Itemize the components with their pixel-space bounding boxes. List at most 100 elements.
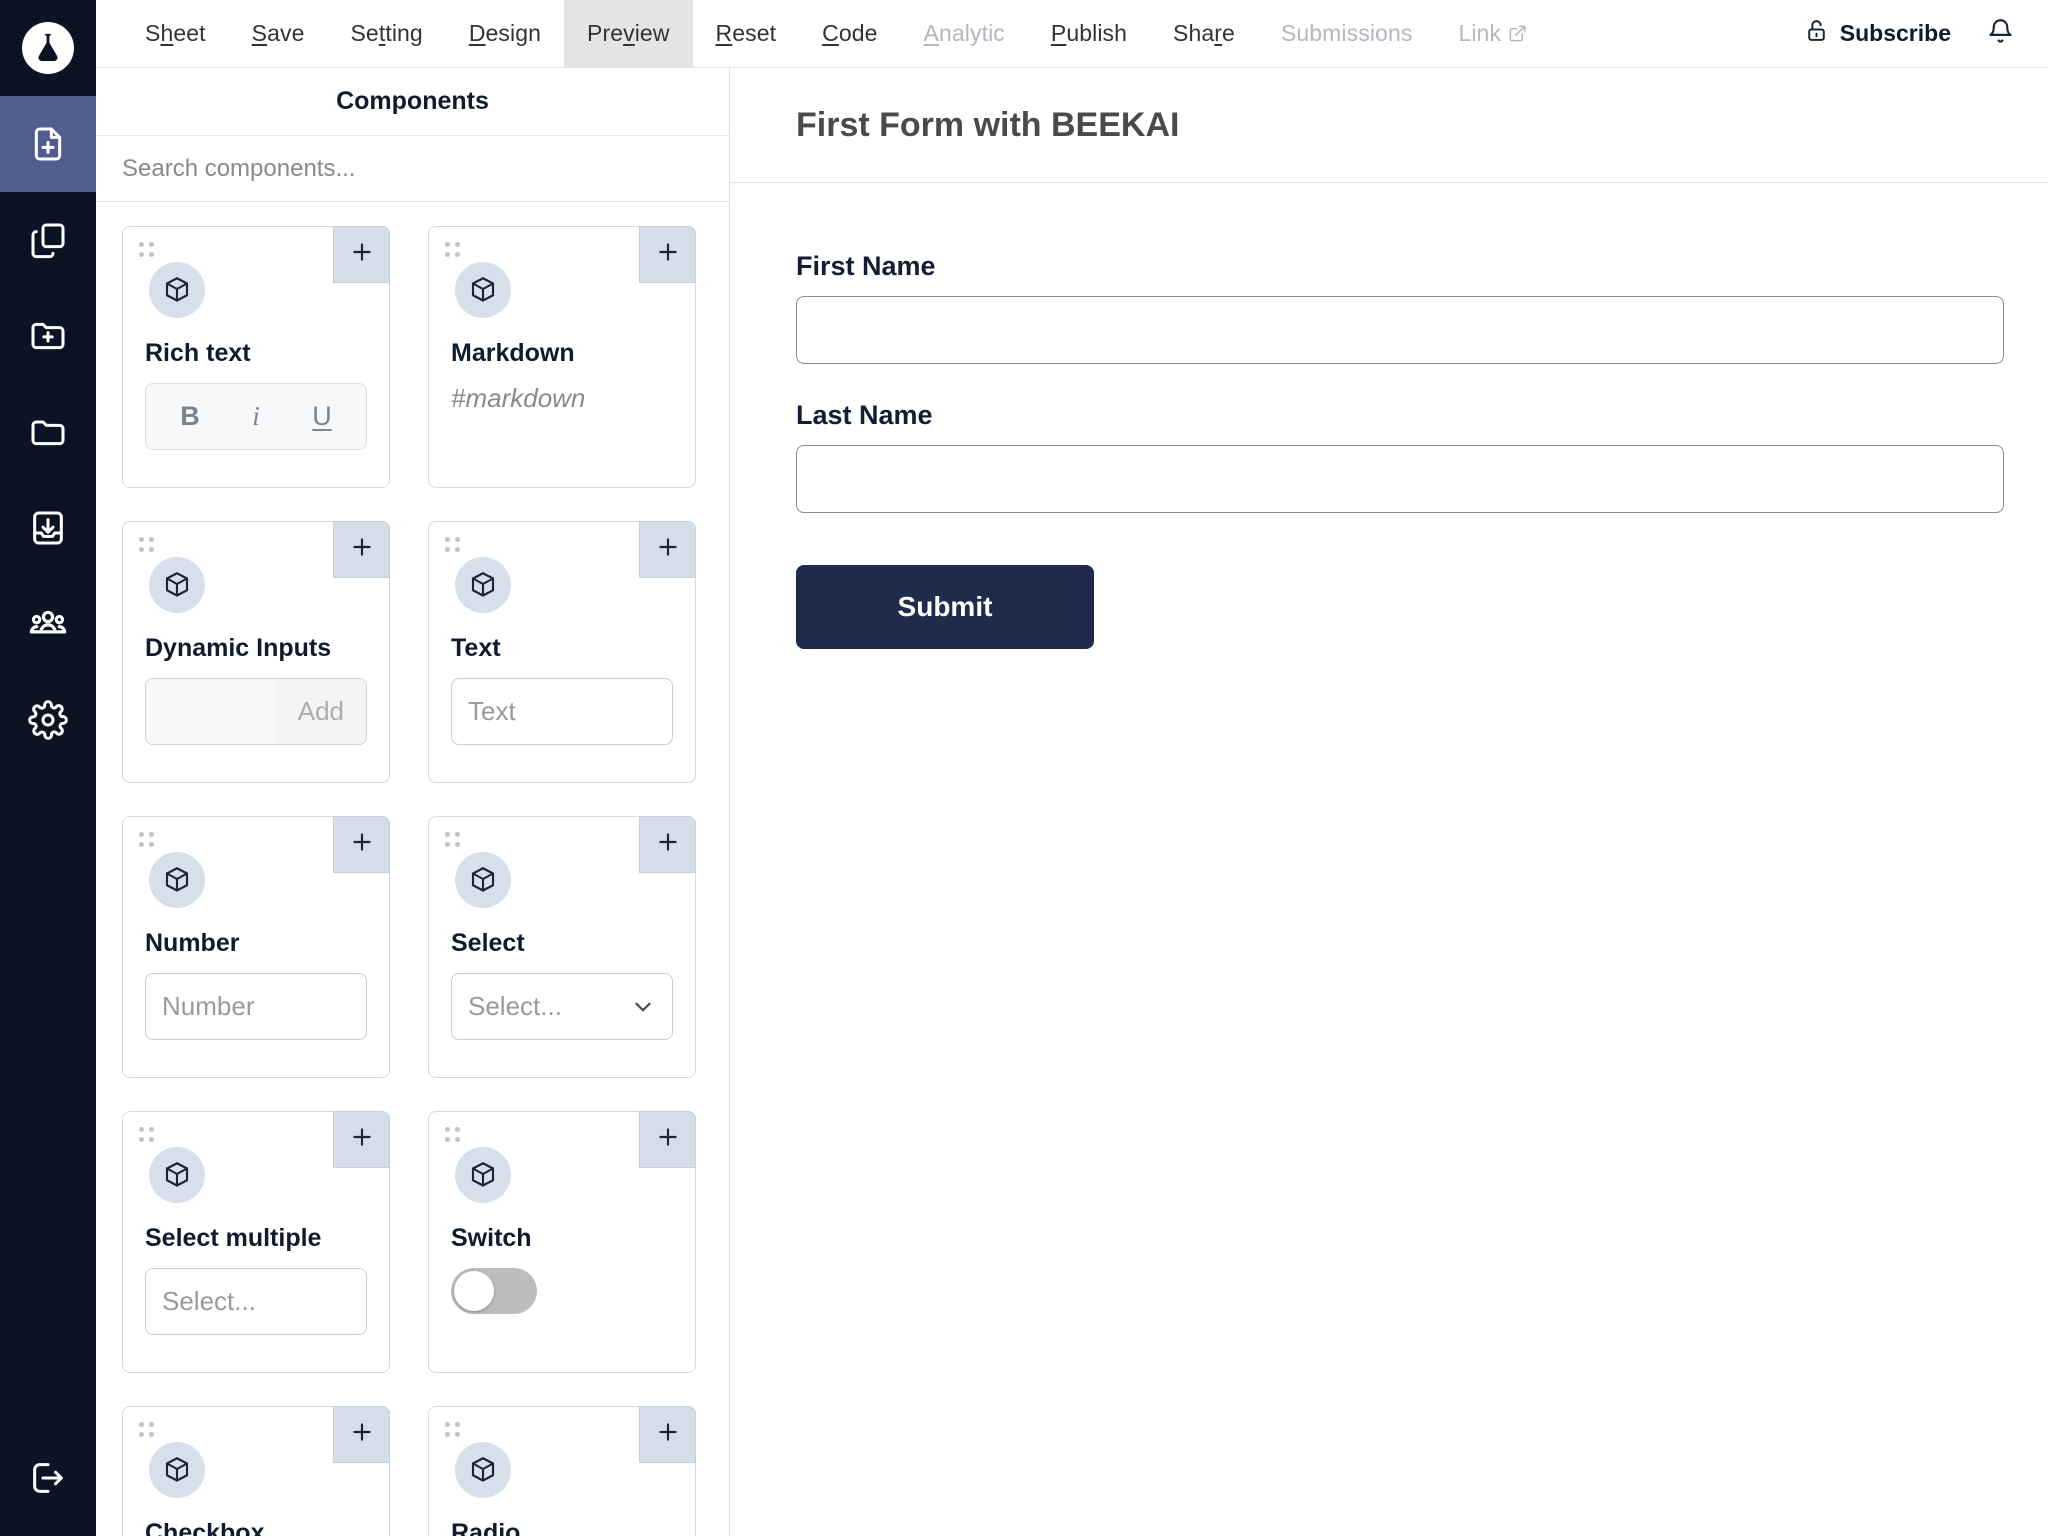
component-card-select[interactable]: Select Select...	[428, 816, 696, 1078]
plus-icon	[349, 534, 375, 565]
add-component-button[interactable]	[333, 1406, 390, 1463]
drag-handle-icon[interactable]	[139, 832, 154, 847]
menu-item-sheet[interactable]: Sheet	[122, 0, 229, 68]
underline-button[interactable]: U	[312, 401, 332, 432]
menu-item-link: Link	[1435, 0, 1550, 68]
add-component-button[interactable]	[333, 1111, 390, 1168]
menu-item-label: Link	[1458, 20, 1502, 46]
drag-handle-icon[interactable]	[445, 242, 460, 257]
component-card-rich-text[interactable]: Rich text Bi U	[122, 226, 390, 488]
component-card-dynamic-inputs[interactable]: Dynamic Inputs Add	[122, 521, 390, 783]
component-card-switch[interactable]: Switch	[428, 1111, 696, 1373]
search-components-input[interactable]	[122, 154, 703, 183]
add-component-button[interactable]	[639, 816, 696, 873]
component-name: Select multiple	[145, 1224, 322, 1252]
sidebar-item-new-folder[interactable]	[0, 288, 96, 384]
form-title: First Form with BEEKAI	[796, 105, 1180, 144]
cube-icon	[455, 262, 511, 318]
menu-item-setting[interactable]: Setting	[327, 0, 445, 68]
field-input-first-name[interactable]	[796, 296, 2004, 364]
switch-preview[interactable]	[451, 1268, 537, 1314]
component-name: Checkbox	[145, 1519, 265, 1536]
drag-handle-icon[interactable]	[445, 832, 460, 847]
component-preview: Number	[145, 973, 367, 1040]
component-card-radio[interactable]: Radio	[428, 1406, 696, 1536]
plus-icon	[655, 829, 681, 860]
add-component-button[interactable]	[639, 521, 696, 578]
submit-button[interactable]: Submit	[796, 565, 1094, 649]
input-preview[interactable]: Number	[145, 973, 367, 1040]
component-preview: Select...	[451, 973, 673, 1040]
subscribe-label: Subscribe	[1839, 20, 1951, 46]
drag-handle-icon[interactable]	[445, 1422, 460, 1437]
component-card-markdown[interactable]: Markdown #markdown	[428, 226, 696, 488]
sidebar-item-templates[interactable]	[0, 192, 96, 288]
sidebar-item-settings[interactable]	[0, 672, 96, 768]
sidebar-item-folders[interactable]	[0, 384, 96, 480]
input-preview[interactable]: Select...	[145, 1268, 367, 1335]
component-name: Number	[145, 929, 240, 957]
notifications-button[interactable]	[1987, 18, 2014, 50]
components-panel: Components Rich text Bi U Markdown #markdown…	[96, 68, 730, 1536]
drag-handle-icon[interactable]	[139, 537, 154, 552]
bold-button[interactable]: B	[180, 401, 200, 432]
component-name: Rich text	[145, 339, 251, 367]
menu-item-reset[interactable]: Reset	[693, 0, 800, 68]
field-input-last-name[interactable]	[796, 445, 2004, 513]
dynamic-add-button[interactable]: Add	[275, 679, 366, 744]
component-card-text[interactable]: Text Text	[428, 521, 696, 783]
select-preview[interactable]: Select...	[451, 973, 673, 1040]
add-component-button[interactable]	[639, 1111, 696, 1168]
sidebar-item-logout[interactable]	[0, 1432, 96, 1528]
menu-item-design[interactable]: Design	[446, 0, 564, 68]
top-menu-bar: Sheet Save Setting Design Preview Reset Code An…	[96, 0, 2048, 68]
field-label: First Name	[796, 251, 936, 281]
form-fields: First Name Last Name	[796, 251, 2004, 513]
gear-icon	[28, 700, 68, 740]
dynamic-input-field[interactable]	[146, 679, 276, 744]
cube-icon	[149, 262, 205, 318]
drag-handle-icon[interactable]	[139, 242, 154, 257]
logout-icon	[28, 1458, 68, 1503]
menu-item-preview[interactable]: Preview	[564, 0, 693, 68]
sidebar-item-team[interactable]	[0, 576, 96, 672]
component-name: Switch	[451, 1224, 532, 1252]
add-component-button[interactable]	[639, 1406, 696, 1463]
menu-item-analytic: Analytic	[901, 0, 1028, 68]
sidebar-item-new-form[interactable]	[0, 96, 96, 192]
menu-item-code[interactable]: Code	[799, 0, 900, 68]
input-preview[interactable]: Text	[451, 678, 673, 745]
menu-item-save[interactable]: Save	[229, 0, 328, 68]
add-component-button[interactable]	[333, 816, 390, 873]
drag-handle-icon[interactable]	[445, 1127, 460, 1142]
menu-item-publish[interactable]: Publish	[1028, 0, 1150, 68]
cube-icon	[455, 557, 511, 613]
menu-item-label: Code	[822, 20, 878, 46]
sidebar-item-inbox[interactable]	[0, 480, 96, 576]
subscribe-button[interactable]: Subscribe	[1804, 18, 1951, 49]
component-card-checkbox[interactable]: Checkbox	[122, 1406, 390, 1536]
drag-handle-icon[interactable]	[445, 537, 460, 552]
menu-items: Sheet Save Setting Design Preview Reset Code An…	[122, 0, 1550, 68]
menu-item-label: Reset	[715, 20, 777, 46]
add-component-button[interactable]	[639, 226, 696, 283]
main-column: Sheet Save Setting Design Preview Reset Code An…	[96, 0, 2048, 1536]
inbox-download-icon	[28, 508, 68, 548]
app-logo[interactable]	[0, 0, 96, 96]
component-preview	[451, 1268, 673, 1314]
menu-item-label: Sheet	[145, 20, 206, 46]
drag-handle-icon[interactable]	[139, 1422, 154, 1437]
add-component-button[interactable]	[333, 521, 390, 578]
plus-icon	[349, 1419, 375, 1450]
drag-handle-icon[interactable]	[139, 1127, 154, 1142]
menu-item-share[interactable]: Share	[1150, 0, 1258, 68]
add-component-button[interactable]	[333, 226, 390, 283]
component-name: Text	[451, 634, 501, 662]
markdown-sample: #markdown	[451, 383, 586, 413]
italic-button[interactable]: i	[252, 401, 260, 432]
component-card-number[interactable]: Number Number	[122, 816, 390, 1078]
menu-item-submissions: Submissions	[1258, 0, 1436, 68]
menu-item-label: Setting	[350, 20, 423, 46]
component-card-select-multiple[interactable]: Select multiple Select...	[122, 1111, 390, 1373]
cube-icon	[455, 1442, 511, 1498]
